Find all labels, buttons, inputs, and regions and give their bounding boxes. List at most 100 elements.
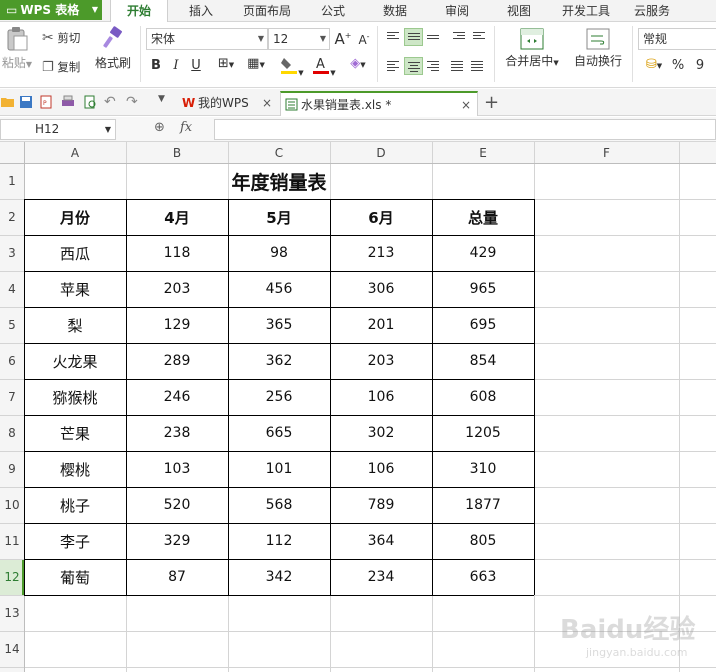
app-menu-button[interactable]: ▭ WPS 表格 ▼ xyxy=(0,0,102,20)
sales-value-cell[interactable]: 103 xyxy=(126,451,228,487)
sales-value-cell[interactable]: 203 xyxy=(330,343,432,379)
close-icon[interactable]: × xyxy=(461,93,471,117)
row-header-11[interactable]: 11 xyxy=(0,523,24,559)
tab-insert[interactable]: 插入 xyxy=(176,0,226,22)
clear-format-button[interactable]: ◈▼ xyxy=(344,56,372,71)
sales-value-cell[interactable]: 568 xyxy=(228,487,330,523)
tab-developer[interactable]: 开发工具 xyxy=(554,0,618,22)
sales-value-cell[interactable]: 429 xyxy=(432,235,534,271)
tab-data[interactable]: 数据 xyxy=(370,0,420,22)
sales-value-cell[interactable]: 965 xyxy=(432,271,534,307)
fruit-name-cell[interactable]: 李子 xyxy=(24,523,126,559)
align-bottom-button[interactable] xyxy=(424,28,443,46)
bold-button[interactable]: B xyxy=(148,58,164,73)
column-header-d[interactable]: D xyxy=(330,142,432,163)
insert-function-button[interactable]: fx xyxy=(180,120,192,135)
column-header-b[interactable]: B xyxy=(126,142,228,163)
sales-value-cell[interactable]: 364 xyxy=(330,523,432,559)
align-top-button[interactable] xyxy=(384,28,403,46)
redo-icon[interactable]: ↷ xyxy=(126,94,142,110)
save-icon[interactable] xyxy=(18,94,34,110)
tab-review[interactable]: 审阅 xyxy=(432,0,482,22)
sales-value-cell[interactable]: 203 xyxy=(126,271,228,307)
sales-value-cell[interactable]: 302 xyxy=(330,415,432,451)
fruit-name-cell[interactable]: 梨 xyxy=(24,307,126,343)
italic-button[interactable]: I xyxy=(168,58,184,73)
sales-value-cell[interactable]: 789 xyxy=(330,487,432,523)
table-header-cell[interactable]: 6月 xyxy=(330,199,432,235)
column-header-e[interactable]: E xyxy=(432,142,534,163)
row-header-12[interactable]: 12 xyxy=(0,559,24,595)
comma-format-button[interactable]: 9 xyxy=(692,58,708,73)
borders-button[interactable]: ⊞▼ xyxy=(212,56,240,71)
row-header-10[interactable]: 10 xyxy=(0,487,24,523)
row-header-6[interactable]: 6 xyxy=(0,343,24,379)
open-folder-icon[interactable] xyxy=(0,94,16,110)
fruit-name-cell[interactable]: 苹果 xyxy=(24,271,126,307)
tab-cloud[interactable]: 云服务 xyxy=(626,0,678,22)
copy-button[interactable]: ❐ 复制 xyxy=(42,59,80,75)
indent-button[interactable] xyxy=(470,28,489,46)
sales-value-cell[interactable]: 854 xyxy=(432,343,534,379)
sales-value-cell[interactable]: 213 xyxy=(330,235,432,271)
row-header-1[interactable]: 1 xyxy=(0,163,24,199)
align-middle-button[interactable] xyxy=(404,28,423,46)
fruit-name-cell[interactable]: 葡萄 xyxy=(24,559,126,595)
fill-color-button[interactable]: ▼ xyxy=(278,55,306,79)
distribute-button[interactable] xyxy=(468,57,487,75)
sales-value-cell[interactable]: 118 xyxy=(126,235,228,271)
percent-format-button[interactable]: % xyxy=(670,58,686,73)
sales-value-cell[interactable]: 101 xyxy=(228,451,330,487)
zoom-search-icon[interactable]: ⊕ xyxy=(154,120,165,135)
font-size-select[interactable]: 12 ▼ xyxy=(268,28,330,50)
spreadsheet-grid[interactable]: A B C D E F 1 2 3 4 5 6 7 8 9 10 11 12 13 14 年度销量表 月份 4月 5月 6月 总量… xyxy=(0,142,716,672)
name-box[interactable]: H12 ▼ xyxy=(0,119,116,140)
undo-icon[interactable]: ↶ xyxy=(104,94,120,110)
cut-button[interactable]: ✂ 剪切 xyxy=(42,30,80,46)
sales-value-cell[interactable]: 362 xyxy=(228,343,330,379)
sales-value-cell[interactable]: 310 xyxy=(432,451,534,487)
doc-tab-fruit-sales[interactable]: 水果销量表.xls * × xyxy=(280,91,478,116)
row-header-14[interactable]: 14 xyxy=(0,631,24,667)
sales-value-cell[interactable]: 342 xyxy=(228,559,330,595)
sales-value-cell[interactable]: 329 xyxy=(126,523,228,559)
font-name-select[interactable]: 宋体 ▼ xyxy=(146,28,268,50)
format-painter-button[interactable]: 格式刷 xyxy=(94,26,132,71)
column-header-a[interactable]: A xyxy=(24,142,126,163)
sales-value-cell[interactable]: 365 xyxy=(228,307,330,343)
sales-value-cell[interactable]: 665 xyxy=(228,415,330,451)
sales-value-cell[interactable]: 112 xyxy=(228,523,330,559)
print-preview-icon[interactable] xyxy=(82,94,98,110)
sheet-title-cell[interactable]: 年度销量表 xyxy=(24,163,534,199)
wrap-text-button[interactable]: 自动换行 xyxy=(570,28,626,69)
align-right-button[interactable] xyxy=(424,57,443,75)
customize-dropdown-icon[interactable]: ▼ xyxy=(158,94,174,110)
sales-value-cell[interactable]: 98 xyxy=(228,235,330,271)
doc-tab-my-wps[interactable]: W 我的WPS × xyxy=(178,91,278,116)
row-header-2[interactable]: 2 xyxy=(0,199,24,235)
column-header-f[interactable]: F xyxy=(534,142,679,163)
table-header-cell[interactable]: 总量 xyxy=(432,199,534,235)
row-header-7[interactable]: 7 xyxy=(0,379,24,415)
sales-value-cell[interactable]: 246 xyxy=(126,379,228,415)
paste-button[interactable]: 粘贴▼ xyxy=(0,26,34,71)
table-header-cell[interactable]: 4月 xyxy=(126,199,228,235)
row-header-8[interactable]: 8 xyxy=(0,415,24,451)
sales-value-cell[interactable]: 129 xyxy=(126,307,228,343)
tab-formulas[interactable]: 公式 xyxy=(308,0,358,22)
row-header-3[interactable]: 3 xyxy=(0,235,24,271)
sales-value-cell[interactable]: 1205 xyxy=(432,415,534,451)
fruit-name-cell[interactable]: 芒果 xyxy=(24,415,126,451)
export-pdf-icon[interactable]: P xyxy=(38,94,54,110)
sales-value-cell[interactable]: 201 xyxy=(330,307,432,343)
sales-value-cell[interactable]: 1877 xyxy=(432,487,534,523)
fruit-name-cell[interactable]: 西瓜 xyxy=(24,235,126,271)
sales-value-cell[interactable]: 608 xyxy=(432,379,534,415)
number-format-select[interactable]: 常规 xyxy=(638,28,716,50)
sales-value-cell[interactable]: 106 xyxy=(330,379,432,415)
row-header-9[interactable]: 9 xyxy=(0,451,24,487)
new-tab-plus-icon[interactable]: + xyxy=(484,92,500,113)
font-shrink-button[interactable]: A- xyxy=(356,32,372,47)
sales-value-cell[interactable]: 238 xyxy=(126,415,228,451)
currency-format-button[interactable]: ⛁▼ xyxy=(640,57,668,72)
